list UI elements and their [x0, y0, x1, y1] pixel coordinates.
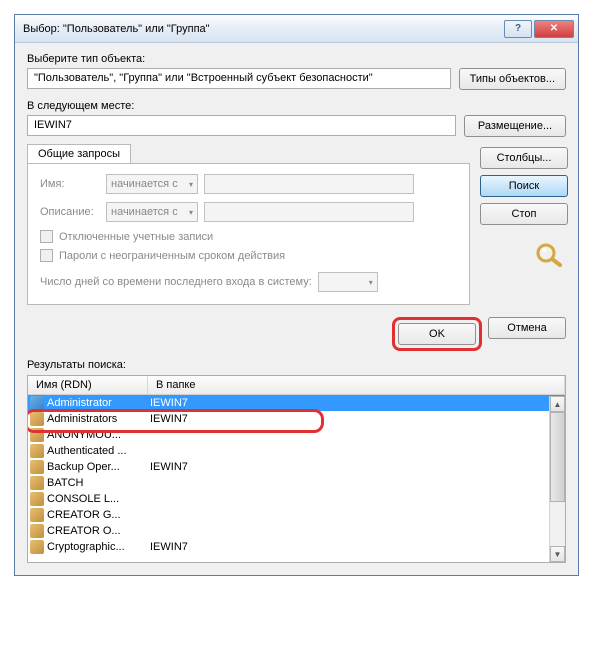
object-types-button[interactable]: Типы объектов...: [459, 68, 566, 90]
scroll-down-icon[interactable]: ▼: [550, 546, 565, 562]
ok-button[interactable]: OK: [398, 323, 476, 345]
help-button[interactable]: ?: [504, 20, 532, 38]
description-label: Описание:: [40, 206, 100, 218]
results-header: Имя (RDN) В папке: [28, 376, 565, 395]
row-name: CONSOLE L...: [47, 493, 150, 505]
group-icon: [30, 476, 44, 490]
days-label: Число дней со времени последнего входа в…: [40, 276, 312, 288]
column-folder[interactable]: В папке: [148, 376, 565, 394]
row-name: BATCH: [47, 477, 150, 489]
cancel-button[interactable]: Отмена: [488, 317, 566, 339]
results-list: Имя (RDN) В папке AdministratorIEWIN7Adm…: [27, 375, 566, 563]
location-label: В следующем месте:: [27, 100, 566, 112]
user-icon: [30, 396, 44, 410]
results-label: Результаты поиска:: [27, 359, 566, 371]
table-row[interactable]: ANONYMOU...: [28, 427, 565, 443]
column-name[interactable]: Имя (RDN): [28, 376, 148, 394]
row-name: Authenticated ...: [47, 445, 150, 457]
find-now-button[interactable]: Поиск: [480, 175, 568, 197]
name-combo[interactable]: начинается с: [106, 174, 198, 194]
vertical-scrollbar[interactable]: ▲ ▼: [549, 396, 565, 562]
row-name: CREATOR O...: [47, 525, 150, 537]
scroll-thumb[interactable]: [550, 412, 565, 502]
table-row[interactable]: BATCH: [28, 475, 565, 491]
close-button[interactable]: ✕: [534, 20, 574, 38]
table-row[interactable]: Authenticated ...: [28, 443, 565, 459]
table-row[interactable]: Backup Oper...IEWIN7: [28, 459, 565, 475]
table-row[interactable]: AdministratorsIEWIN7: [28, 411, 565, 427]
table-row[interactable]: Cryptographic...IEWIN7: [28, 539, 565, 555]
object-type-field: "Пользователь", "Группа" или "Встроенный…: [27, 68, 451, 89]
disabled-accounts-checkbox[interactable]: Отключенные учетные записи: [40, 230, 457, 243]
table-row[interactable]: CONSOLE L...: [28, 491, 565, 507]
row-folder: IEWIN7: [150, 397, 563, 409]
group-icon: [30, 492, 44, 506]
location-field: IEWIN7: [27, 115, 456, 136]
group-icon: [30, 524, 44, 538]
group-icon: [30, 412, 44, 426]
object-type-label: Выберите тип объекта:: [27, 53, 566, 65]
locations-button[interactable]: Размещение...: [464, 115, 566, 137]
table-row[interactable]: AdministratorIEWIN7: [28, 395, 565, 411]
row-name: Administrator: [47, 397, 150, 409]
titlebar: Выбор: "Пользователь" или "Группа" ? ✕: [15, 15, 578, 43]
scroll-up-icon[interactable]: ▲: [550, 396, 565, 412]
row-folder: IEWIN7: [150, 461, 563, 473]
window-title: Выбор: "Пользователь" или "Группа": [23, 23, 504, 35]
dialog-window: Выбор: "Пользователь" или "Группа" ? ✕ В…: [14, 14, 579, 576]
group-icon: [30, 460, 44, 474]
description-combo[interactable]: начинается с: [106, 202, 198, 222]
row-name: Cryptographic...: [47, 541, 150, 553]
group-icon: [30, 428, 44, 442]
group-icon: [30, 508, 44, 522]
columns-button[interactable]: Столбцы...: [480, 147, 568, 169]
ok-highlight: OK: [392, 317, 482, 351]
table-row[interactable]: CREATOR O...: [28, 523, 565, 539]
magnifier-icon: [534, 241, 566, 267]
nonexpiring-passwords-checkbox[interactable]: Пароли с неограниченным сроком действия: [40, 249, 457, 262]
row-name: ANONYMOU...: [47, 429, 150, 441]
name-label: Имя:: [40, 178, 100, 190]
row-name: CREATOR G...: [47, 509, 150, 521]
tab-common-queries[interactable]: Общие запросы: [27, 144, 131, 163]
group-icon: [30, 444, 44, 458]
table-row[interactable]: CREATOR G...: [28, 507, 565, 523]
checkbox-icon: [40, 249, 53, 262]
stop-button[interactable]: Стоп: [480, 203, 568, 225]
row-name: Administrators: [47, 413, 150, 425]
row-folder: IEWIN7: [150, 541, 563, 553]
row-name: Backup Oper...: [47, 461, 150, 473]
row-folder: IEWIN7: [150, 413, 563, 425]
days-combo[interactable]: [318, 272, 378, 292]
checkbox-icon: [40, 230, 53, 243]
description-input[interactable]: [204, 202, 414, 222]
name-input[interactable]: [204, 174, 414, 194]
group-icon: [30, 540, 44, 554]
